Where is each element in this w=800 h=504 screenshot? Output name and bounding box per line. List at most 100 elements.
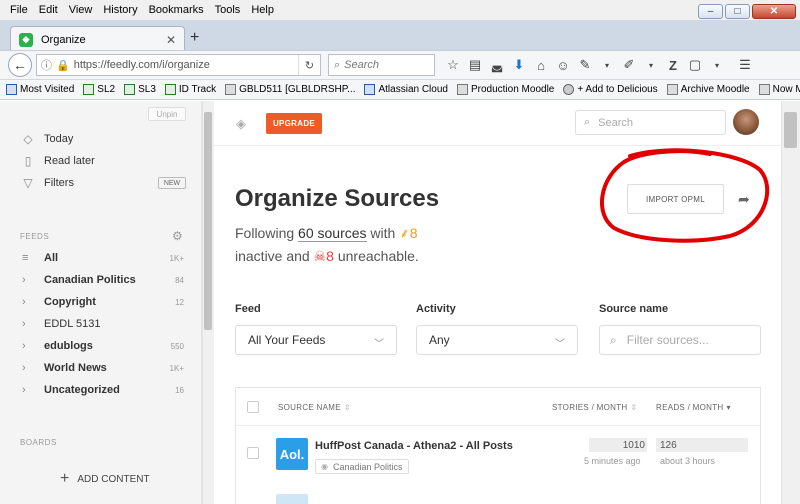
- back-arrow-icon: ←: [13, 57, 27, 73]
- url-bar[interactable]: ⓘ 🔒 https://feedly.com/i/organize ↻: [36, 54, 321, 76]
- chat-icon[interactable]: ☺: [552, 58, 574, 73]
- bookmark-delicious[interactable]: + Add to Delicious: [563, 84, 658, 95]
- home-icon[interactable]: ⌂: [530, 58, 552, 73]
- header-divider: [214, 145, 780, 146]
- dropdown2-icon[interactable]: ▾: [640, 61, 662, 70]
- bookmark-now-moodle[interactable]: Now Moodle: [758, 84, 800, 95]
- source-title[interactable]: HuffPost Canada - Athena2 - All Posts: [315, 440, 513, 452]
- bookmark-label: Now Moodle: [772, 84, 800, 95]
- feed-count: 12: [175, 297, 184, 307]
- eyedropper-icon[interactable]: ✐: [618, 57, 640, 73]
- tab-title: Organize: [41, 33, 86, 46]
- lock-icon: 🔒: [56, 59, 70, 72]
- red-annotation-circle: [600, 148, 770, 243]
- back-button[interactable]: ←: [8, 53, 32, 77]
- bookmark-production-moodle[interactable]: Production Moodle: [456, 84, 555, 95]
- select-all-checkbox[interactable]: [247, 401, 259, 413]
- col-reads-month[interactable]: READS / MONTH ▾: [656, 403, 731, 412]
- feed-select[interactable]: All Your Feeds ﹀: [235, 325, 397, 355]
- feed-name: Uncategorized: [44, 384, 120, 396]
- feed-item-eddl5131[interactable]: › EDDL 5131: [22, 316, 184, 332]
- bookmark-sl3[interactable]: SL3: [124, 84, 156, 95]
- skull-icon: ☠: [313, 248, 327, 264]
- dropdown-icon[interactable]: ▾: [596, 61, 618, 70]
- menu-file[interactable]: File: [10, 4, 28, 16]
- filter-icon: ▽: [23, 176, 33, 190]
- source-category-tag[interactable]: ◉ Canadian Politics: [315, 459, 409, 474]
- search-icon: ⌕: [334, 58, 341, 71]
- col-label: STORIES / MONTH: [552, 403, 628, 412]
- col-stories-month[interactable]: STORIES / MONTH ⇳: [552, 403, 637, 412]
- feed-item-world-news[interactable]: › World News 1K+: [22, 360, 184, 376]
- feed-select-value: All Your Feeds: [248, 333, 326, 347]
- new-tab-button[interactable]: +: [190, 29, 199, 47]
- menu-history[interactable]: History: [103, 4, 137, 16]
- col-source-name[interactable]: SOURCE NAME ⇳: [278, 403, 351, 412]
- menu-view[interactable]: View: [69, 4, 93, 16]
- zotero-icon[interactable]: Z: [662, 58, 684, 73]
- add-content-button[interactable]: + ADD CONTENT: [60, 470, 150, 488]
- menu-help[interactable]: Help: [251, 4, 274, 16]
- sources-link[interactable]: 60 sources: [298, 225, 367, 242]
- browser-search-input[interactable]: ⌕ Search: [328, 54, 435, 76]
- main-scrollbar-thumb[interactable]: [784, 112, 797, 148]
- feed-item-edublogs[interactable]: › edublogs 550: [22, 338, 184, 354]
- download-icon[interactable]: ⬇: [508, 57, 530, 73]
- activity-select[interactable]: Any ﹀: [416, 325, 578, 355]
- feed-item-all[interactable]: ≡ All 1K+: [22, 250, 184, 266]
- window-controls: – □ ✕: [698, 4, 796, 19]
- bookmark-id-track[interactable]: ID Track: [164, 84, 216, 95]
- hamburger-menu-icon[interactable]: ☰: [734, 57, 756, 73]
- tab-close-icon[interactable]: ✕: [166, 33, 176, 47]
- bookmark-atlassian[interactable]: Atlassian Cloud: [364, 84, 448, 95]
- sidebar-scrollbar-thumb[interactable]: [204, 112, 212, 330]
- feed-count: 84: [175, 275, 184, 285]
- bookmark-label: + Add to Delicious: [577, 84, 658, 95]
- unreachable-count[interactable]: 8: [326, 248, 334, 264]
- sheet-icon: [83, 84, 95, 95]
- close-window-button[interactable]: ✕: [752, 4, 796, 19]
- bookmark-label: Archive Moodle: [680, 84, 750, 95]
- pocket-icon[interactable]: ◛: [486, 57, 508, 73]
- inactive-icon: ⸙: [399, 225, 410, 241]
- filter-sources-input[interactable]: ⌕ Filter sources...: [599, 325, 761, 355]
- main-scrollbar[interactable]: [781, 101, 800, 504]
- browser-search-placeholder: Search: [344, 59, 380, 71]
- bookmark-archive-moodle[interactable]: Archive Moodle: [666, 84, 750, 95]
- sidebar-item-read-later[interactable]: ▯ Read later: [22, 153, 95, 169]
- feeds-section-header: FEEDS: [20, 232, 50, 241]
- menu-edit[interactable]: Edit: [39, 4, 58, 16]
- chevron-right-icon: ›: [22, 296, 26, 308]
- menu-bookmarks[interactable]: Bookmarks: [149, 4, 204, 16]
- star-icon[interactable]: ☆: [442, 57, 464, 73]
- feed-item-uncategorized[interactable]: › Uncategorized 16: [22, 382, 184, 398]
- row-checkbox[interactable]: [247, 447, 259, 459]
- unpin-button[interactable]: Unpin: [148, 107, 186, 121]
- reading-list-icon[interactable]: ▤: [464, 57, 486, 73]
- upgrade-button[interactable]: UPGRADE: [266, 113, 322, 134]
- menu-tools[interactable]: Tools: [215, 4, 241, 16]
- feedly-logo-icon[interactable]: ◈: [236, 116, 250, 131]
- search-input[interactable]: ⌕ Search: [575, 110, 726, 135]
- inactive-count[interactable]: 8: [410, 225, 418, 241]
- feed-name: edublogs: [44, 340, 93, 352]
- sidebar-item-filters[interactable]: ▽ Filters: [22, 175, 74, 191]
- minimize-button[interactable]: –: [698, 4, 723, 19]
- bookmark-sl2[interactable]: SL2: [83, 84, 115, 95]
- extension-icon[interactable]: ✎: [574, 57, 596, 73]
- page-icon[interactable]: ▢: [684, 57, 706, 73]
- dropdown3-icon[interactable]: ▾: [706, 61, 728, 70]
- sidebar-item-today[interactable]: ◇ Today: [22, 131, 73, 147]
- feed-item-canadian-politics[interactable]: › Canadian Politics 84: [22, 272, 184, 288]
- bookmark-most-visited[interactable]: Most Visited: [6, 84, 74, 95]
- feed-item-copyright[interactable]: › Copyright 12: [22, 294, 184, 310]
- gear-icon[interactable]: ⚙: [172, 229, 183, 243]
- bookmark-label: Production Moodle: [470, 84, 555, 95]
- tab-organize[interactable]: ◆ Organize ✕: [10, 26, 185, 52]
- maximize-button[interactable]: □: [725, 4, 750, 19]
- bookmark-gbld511[interactable]: GBLD511 [GLBLDRSHP...: [225, 84, 355, 95]
- avatar[interactable]: [733, 109, 759, 135]
- page-title: Organize Sources: [235, 185, 440, 212]
- atlassian-icon: [364, 84, 376, 95]
- reload-icon[interactable]: ↻: [298, 55, 320, 75]
